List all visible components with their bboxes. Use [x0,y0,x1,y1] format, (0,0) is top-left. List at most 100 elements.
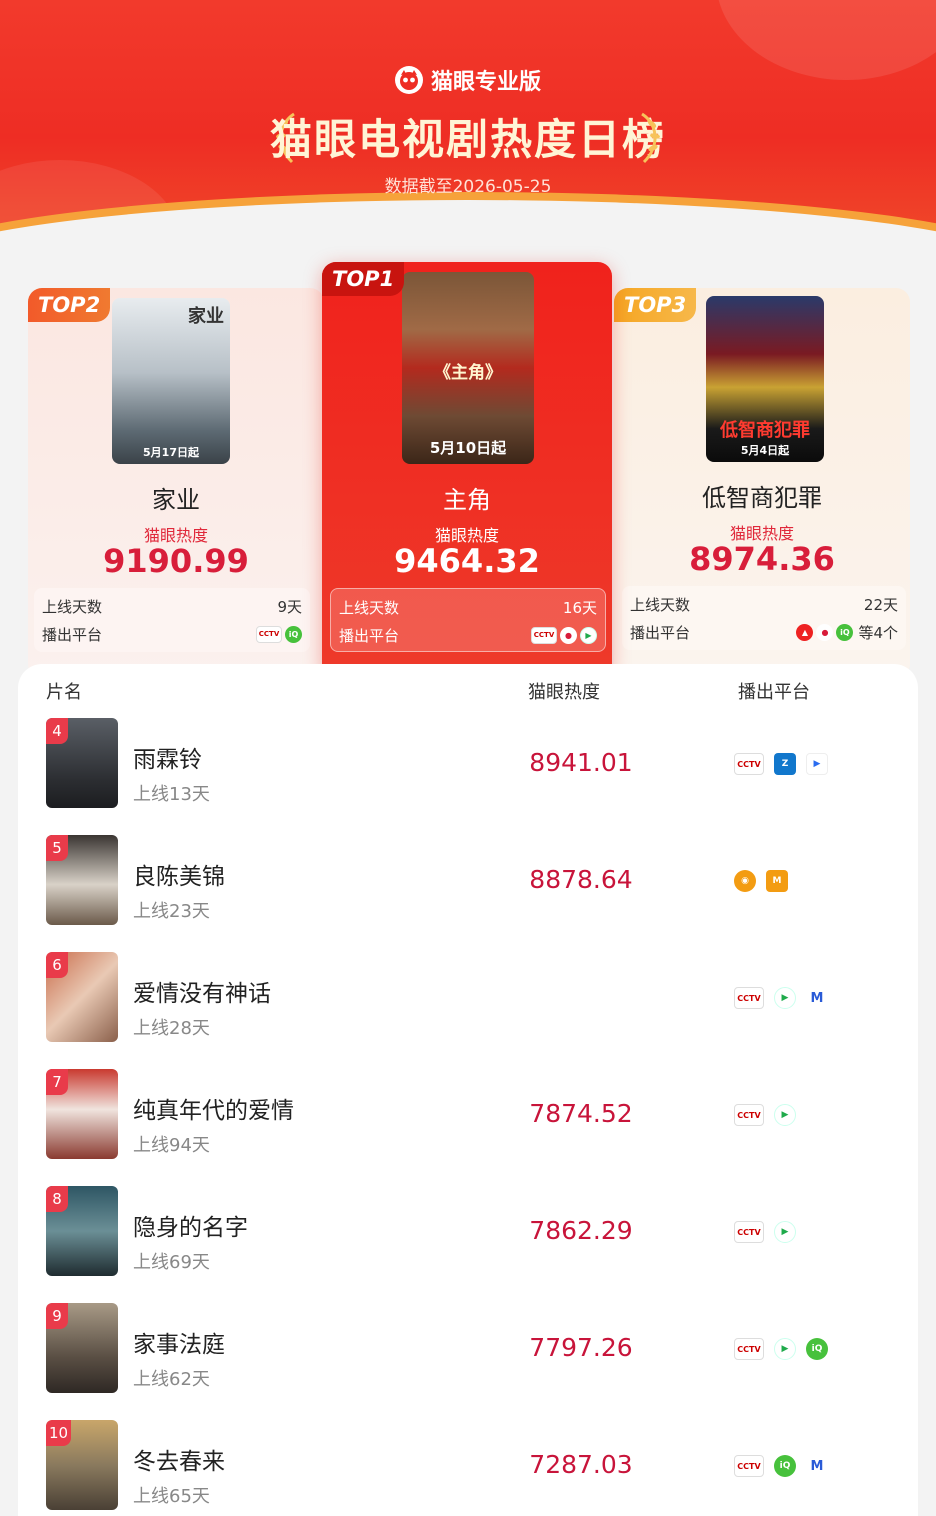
days-label: 上线天数 [630,595,691,614]
list-item[interactable]: 6 爱情没有神话 上线28天 CCTV ▶ M [18,952,918,1044]
days-online: 上线69天 [133,1252,210,1273]
show-title: 冬去春来 [133,1449,225,1475]
show-title: 低智商犯罪 [702,484,822,512]
poster-thumb: 10 [46,1420,118,1510]
brand: 猫眼专业版 [0,64,936,96]
cctv-icon: CCTV [734,1104,764,1126]
heat-score: 7874.52 [529,1099,633,1128]
platforms: ◉ M [734,870,788,892]
tencent-video-icon: ▶ [774,1338,796,1360]
days-online: 上线62天 [133,1369,210,1390]
cctv-icon: CCTV [734,987,764,1009]
platforms: CCTV ▶ [734,1104,796,1126]
cctv-icon: CCTV [734,1455,764,1477]
days-online: 上线23天 [133,901,210,922]
show-title: 纯真年代的爱情 [133,1098,294,1124]
info-box: 上线天数 16天 播出平台 CCTV ● ▶ [330,588,606,652]
cat-eye-logo-icon [394,66,423,94]
laurel-right-icon [641,112,660,164]
m-platform-icon: M [806,1455,828,1477]
rank-badge: TOP1 [322,262,405,296]
poster-thumb: 5 [46,835,118,925]
ranking-list: 片名 猫眼热度 播出平台 4 雨霖铃 上线13天 8941.01 CCTV Z … [18,664,918,1516]
heat-score: 9190.99 [103,542,249,580]
days-value: 22天 [863,595,898,614]
col-heat: 猫眼热度 [528,682,600,703]
heat-score: 7862.29 [529,1216,633,1245]
platforms: CCTV ▶ iQ [734,1338,828,1360]
show-title: 雨霖铃 [133,747,202,773]
page-title: 猫眼电视剧热度日榜 [269,115,666,164]
cctv-icon: CCTV [256,625,282,643]
poster-image: 家业 5月17日起 [112,298,230,464]
days-label: 上线天数 [339,598,400,617]
rank-badge: TOP3 [614,288,697,322]
heat-score: 7287.03 [529,1450,633,1479]
platforms: CCTV ▶ [734,1221,796,1243]
tencent-video-icon: ▶ [580,626,597,644]
heat-score: 8974.36 [689,540,835,578]
iqiyi-icon: iQ [285,625,302,643]
days-value: 9天 [277,597,302,616]
info-box: 上线天数 9天 播出平台 CCTV iQ [34,588,310,652]
poster-caption: 5月4日起 [740,444,790,457]
days-value: 16天 [562,598,597,617]
top3-card[interactable]: 低智商犯罪 5月4日起 TOP3 低智商犯罪 猫眼热度 8974.36 上线天数… [614,288,910,678]
tencent-video-icon: ▶ [774,987,796,1009]
show-title: 家事法庭 [133,1332,225,1358]
rank-tag: 5 [46,835,68,861]
m-platform-icon: M [806,987,828,1009]
heat-score: 8941.01 [529,748,633,777]
platforms: CCTV iQ M [734,1455,828,1477]
list-item[interactable]: 8 隐身的名字 上线69天 7862.29 CCTV ▶ [18,1186,918,1278]
poster-thumb: 7 [46,1069,118,1159]
rank-tag: 4 [46,718,68,744]
cctv-icon: CCTV [734,1338,764,1360]
poster-thumb: 9 [46,1303,118,1393]
list-item[interactable]: 4 雨霖铃 上线13天 8941.01 CCTV Z ▶ [18,718,918,810]
rank-tag: 8 [46,1186,68,1212]
platform-red-icon: ▲ [796,623,814,641]
days-online: 上线13天 [133,784,210,805]
iqiyi-icon: iQ [774,1455,796,1477]
poster-title: 低智商犯罪 [720,420,810,441]
show-title: 爱情没有神话 [133,981,271,1007]
list-item[interactable]: 7 纯真年代的爱情 上线94天 7874.52 CCTV ▶ [18,1069,918,1161]
show-title: 良陈美锦 [133,864,225,890]
col-title: 片名 [46,682,82,703]
top2-card[interactable]: 家业 5月17日起 TOP2 家业 猫眼热度 9190.99 上线天数 9天 播出… [28,288,324,678]
days-online: 上线65天 [133,1486,210,1507]
show-title: 家业 [152,486,200,514]
top1-card[interactable]: 《主角》 5月10日起 TOP1 主角 猫眼热度 9464.32 上线天数 16天… [322,262,612,678]
cctv-icon: CCTV [734,1221,764,1243]
show-title: 主角 [443,486,491,514]
rank-tag: 9 [46,1303,68,1329]
brand-name: 猫眼专业版 [430,70,541,95]
poster-image: 低智商犯罪 5月4日起 [706,296,824,462]
list-item[interactable]: 10 冬去春来 上线65天 7287.03 CCTV iQ M [18,1420,918,1512]
migu-icon: ● [816,623,834,641]
platform-label: 播出平台 [630,623,691,642]
tencent-video-icon: ▶ [774,1104,796,1126]
more-platforms: 等4个 [858,623,898,642]
days-online: 上线94天 [133,1135,210,1156]
list-item[interactable]: 9 家事法庭 上线62天 7797.26 CCTV ▶ iQ [18,1303,918,1395]
platforms: CCTV ▶ M [734,987,828,1009]
platform-label: 播出平台 [42,625,103,644]
zhejiang-tv-icon: Z [774,753,796,775]
mgtv-icon: M [766,870,788,892]
days-label: 上线天数 [42,597,103,616]
platforms: CCTV Z ▶ [734,753,828,775]
heat-score: 7797.26 [529,1333,633,1362]
poster-caption: 5月17日起 [143,446,199,459]
rank-tag: 6 [46,952,68,978]
list-header: 片名 猫眼热度 播出平台 [18,678,918,706]
list-item[interactable]: 5 良陈美锦 上线23天 8878.64 ◉ M [18,835,918,927]
iqiyi-icon: iQ [836,623,854,641]
col-platform: 播出平台 [738,682,810,703]
heat-score: 8878.64 [529,865,633,894]
cctv-icon: CCTV [734,753,764,775]
poster-caption: 5月10日起 [429,439,507,457]
cctv-icon: CCTV [531,626,557,644]
rank-tag: 7 [46,1069,68,1095]
